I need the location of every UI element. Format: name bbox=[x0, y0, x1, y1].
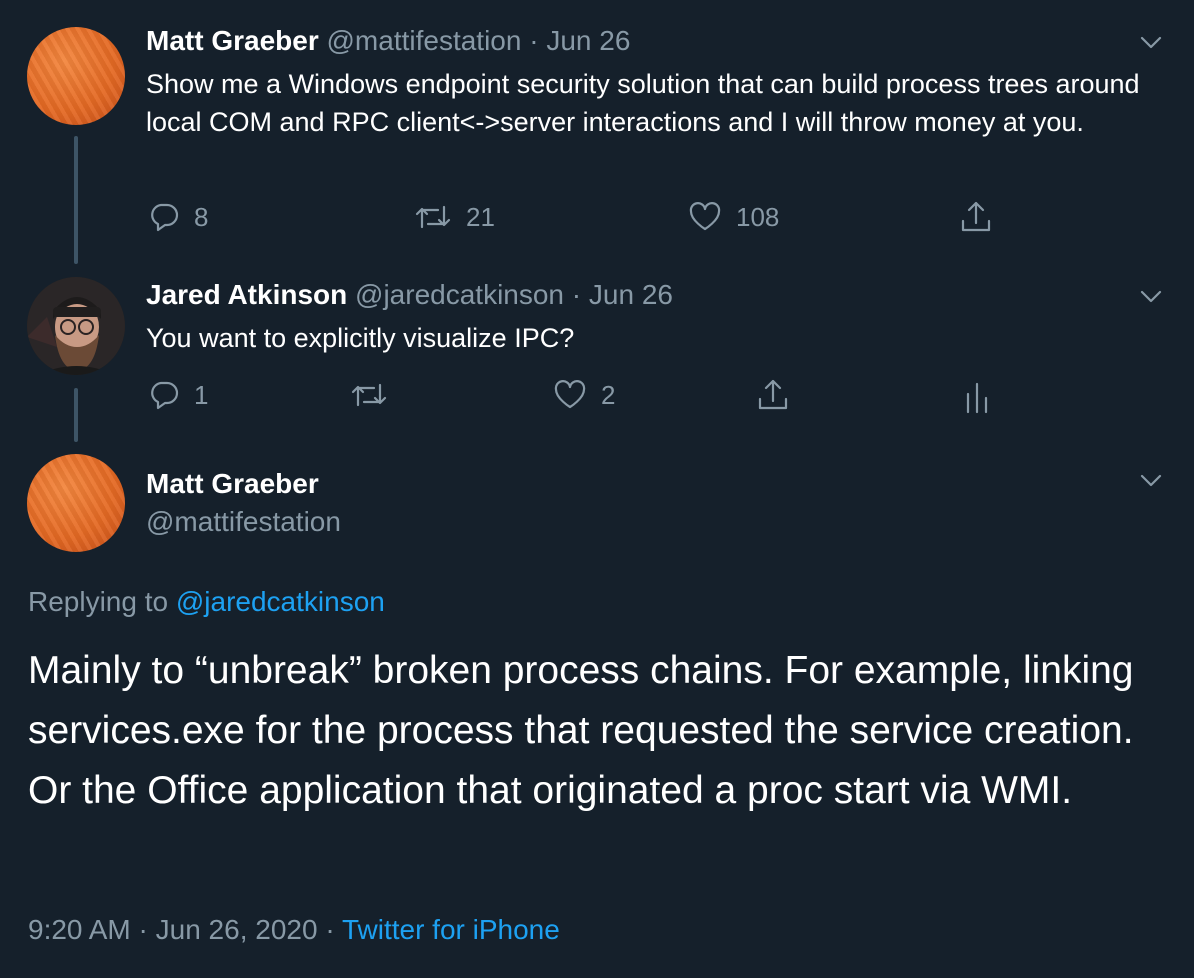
tweet2-share-button[interactable] bbox=[755, 375, 791, 415]
portrait-image bbox=[27, 277, 125, 375]
share-icon bbox=[758, 379, 788, 410]
main-tweet-author-handle[interactable]: @mattifestation bbox=[146, 504, 341, 540]
like-icon bbox=[689, 202, 721, 231]
main-tweet-meta: 9:20 AM · Jun 26, 2020 · Twitter for iPh… bbox=[28, 911, 560, 949]
tweet1-header: Matt Graeber @mattifestation · Jun 26 bbox=[146, 24, 630, 58]
tweet2-retweet-button[interactable] bbox=[350, 375, 402, 415]
main-tweet-text: Mainly to “unbreak” broken process chain… bbox=[28, 649, 1134, 812]
replying-to-link[interactable]: @jaredcatkinson bbox=[176, 586, 385, 617]
main-tweet-author-name[interactable]: Matt Graeber bbox=[146, 466, 319, 502]
tweet1-share-button[interactable] bbox=[958, 197, 994, 237]
tweet2-like-count: 2 bbox=[601, 379, 616, 410]
tweet-thread: Matt Graeber @mattifestation · Jun 26 Sh… bbox=[0, 0, 1194, 978]
replying-to-line: Replying to @jaredcatkinson bbox=[28, 584, 385, 620]
avatar-matt-graeber[interactable] bbox=[27, 27, 125, 125]
chevron-down-icon[interactable] bbox=[1138, 468, 1164, 494]
tweet2-date[interactable]: Jun 26 bbox=[589, 279, 673, 310]
tweet2-author-handle[interactable]: @jaredcatkinson bbox=[355, 279, 564, 310]
tweet2-like-button[interactable]: 2 bbox=[553, 375, 615, 415]
reply-icon bbox=[151, 203, 179, 232]
thread-line bbox=[74, 388, 78, 442]
main-tweet-meta-separator-1: · bbox=[138, 914, 148, 945]
tweet1-retweet-count: 21 bbox=[466, 201, 495, 232]
tweet2-reply-count: 1 bbox=[194, 379, 209, 410]
analytics-icon bbox=[966, 382, 988, 414]
retweet-icon bbox=[351, 383, 387, 407]
tweet1-like-button[interactable]: 108 bbox=[688, 197, 779, 237]
main-tweet-meta-separator-2: · bbox=[325, 914, 335, 945]
share-icon bbox=[961, 201, 991, 232]
tweet1-reply-button[interactable]: 8 bbox=[148, 197, 208, 237]
chevron-down-icon[interactable] bbox=[1138, 284, 1164, 310]
tweet1-author-handle[interactable]: @mattifestation bbox=[327, 25, 522, 56]
tweet1-text: Show me a Windows endpoint security solu… bbox=[146, 69, 1140, 137]
replying-to-prefix: Replying to bbox=[28, 586, 169, 617]
thread-line bbox=[74, 136, 78, 264]
chevron-down-icon[interactable] bbox=[1138, 30, 1164, 56]
tweet2-text: You want to explicitly visualize IPC? bbox=[146, 323, 575, 353]
main-tweet-time[interactable]: 9:20 AM bbox=[28, 914, 131, 945]
like-icon bbox=[554, 380, 586, 409]
tweet2-author-name[interactable]: Jared Atkinson bbox=[146, 279, 347, 310]
tweet1-reply-count: 8 bbox=[194, 201, 209, 232]
reply-icon bbox=[151, 381, 179, 410]
tweet1-like-count: 108 bbox=[736, 201, 780, 232]
avatar-jared-atkinson[interactable] bbox=[27, 277, 125, 375]
retweet-icon bbox=[415, 205, 451, 229]
tweet1-retweet-button[interactable]: 21 bbox=[414, 197, 495, 237]
main-tweet-source[interactable]: Twitter for iPhone bbox=[342, 914, 560, 945]
tweet2-analytics-button[interactable] bbox=[962, 377, 992, 417]
tweet2-reply-button[interactable]: 1 bbox=[148, 375, 208, 415]
avatar-matt-graeber[interactable] bbox=[27, 454, 125, 552]
tweet1-author-name[interactable]: Matt Graeber bbox=[146, 25, 319, 56]
tweet1-separator: · bbox=[529, 25, 539, 56]
main-tweet-date[interactable]: Jun 26, 2020 bbox=[156, 914, 318, 945]
tweet2-header: Jared Atkinson @jaredcatkinson · Jun 26 bbox=[146, 278, 673, 312]
tweet2-separator: · bbox=[571, 279, 582, 310]
tweet1-date[interactable]: Jun 26 bbox=[546, 25, 630, 56]
